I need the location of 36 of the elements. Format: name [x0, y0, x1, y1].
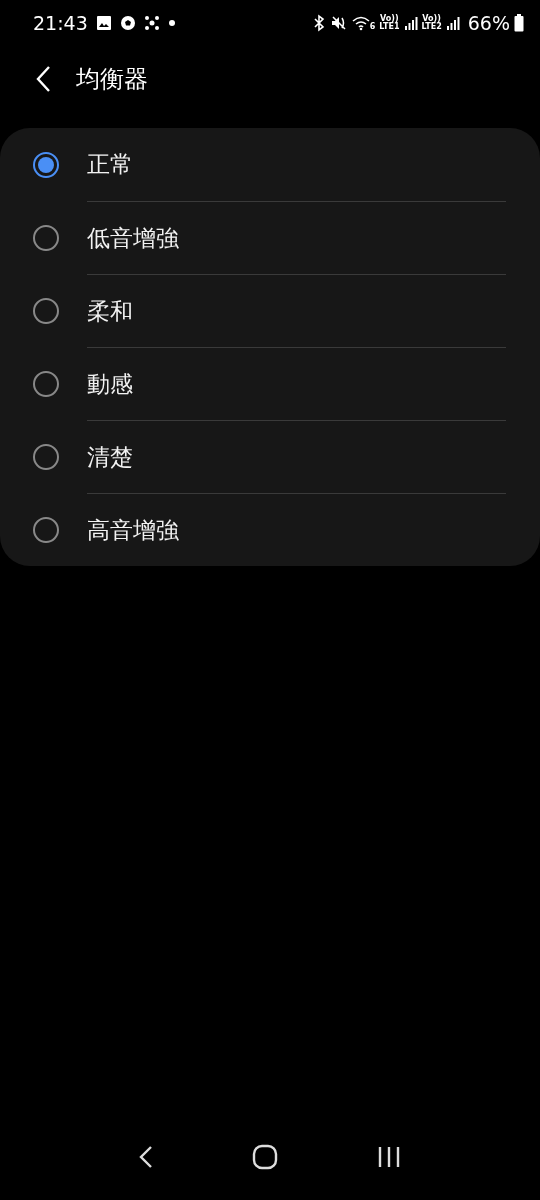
recents-button[interactable]	[376, 1146, 401, 1168]
radio-button[interactable]	[33, 370, 59, 397]
option-label[interactable]: 柔和	[87, 295, 133, 327]
back-icon	[139, 1145, 154, 1169]
option-label[interactable]: 清楚	[87, 441, 133, 473]
radio-button[interactable]	[33, 516, 59, 543]
option-label[interactable]: 正常	[87, 149, 133, 180]
mute-icon	[329, 14, 348, 32]
signal-icon	[403, 16, 418, 30]
gallery-icon	[95, 15, 112, 31]
network-label: LTE2	[421, 23, 442, 31]
radio-button[interactable]	[33, 224, 59, 251]
wifi-generation-label: 6	[369, 22, 376, 31]
option-label[interactable]: 低音增強	[87, 222, 179, 254]
signal-icon	[445, 16, 460, 30]
home-icon	[252, 1144, 278, 1170]
ball-icon	[119, 15, 136, 31]
dot-icon	[167, 19, 176, 27]
back-button[interactable]	[139, 1145, 154, 1169]
option-label[interactable]: 動感	[87, 368, 133, 400]
page-title: 均衡器	[76, 64, 148, 95]
molecule-icon	[143, 15, 160, 31]
clock: 21:43	[33, 12, 88, 34]
radio-button[interactable]	[33, 443, 59, 470]
battery-icon	[514, 14, 524, 32]
recents-icon	[376, 1146, 401, 1168]
volte-label: Vo))	[422, 15, 441, 23]
bluetooth-icon	[311, 14, 326, 32]
option-label[interactable]: 高音增強	[87, 514, 179, 546]
network-label: LTE1	[379, 23, 400, 31]
wifi-icon	[351, 15, 370, 31]
home-button[interactable]	[252, 1144, 278, 1170]
volte-label: Vo))	[380, 15, 399, 23]
battery-level: 66%	[467, 12, 510, 34]
radio-button[interactable]	[33, 297, 59, 324]
radio-button[interactable]	[33, 151, 59, 178]
